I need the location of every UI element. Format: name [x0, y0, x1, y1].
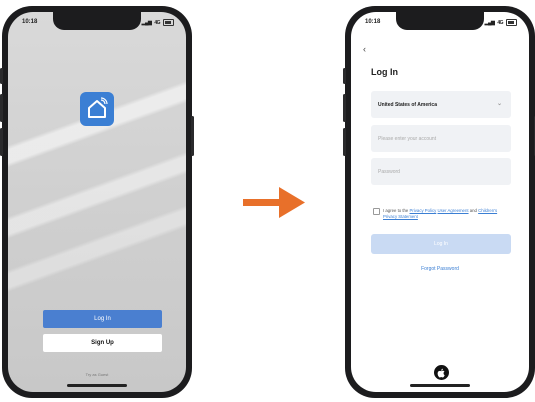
signal-icon: ▂▄▆ — [484, 19, 495, 26]
mute-switch — [0, 68, 3, 84]
and-text: and — [469, 208, 477, 213]
volume-up-button — [343, 94, 346, 122]
battery-icon — [506, 19, 517, 26]
forgot-password-link[interactable]: Forgot Password — [351, 266, 529, 272]
country-select[interactable]: United States of America ⌄ — [371, 91, 511, 118]
login-button[interactable]: Log In — [43, 310, 162, 328]
home-indicator[interactable] — [410, 384, 470, 387]
status-time: 10:18 — [365, 19, 381, 25]
right-screen: 10:18 ▂▄▆ 4G ‹ Log In United States of A… — [351, 12, 529, 392]
account-input[interactable]: Please enter your account — [371, 125, 511, 152]
chevron-down-icon: ⌄ — [496, 101, 502, 107]
login-button[interactable]: Log In — [371, 234, 511, 254]
agreement-text: I agree to the Privacy Policy User Agree… — [383, 208, 511, 220]
status-icons: ▂▄▆ 4G — [485, 19, 517, 26]
battery-icon — [163, 19, 174, 26]
status-bar: 10:18 ▂▄▆ 4G — [351, 18, 529, 30]
page-title: Log In — [371, 67, 398, 77]
privacy-policy-link[interactable]: Privacy Policy — [410, 208, 437, 213]
password-placeholder: Password — [378, 168, 400, 175]
signal-icon: ▂▄▆ — [141, 19, 152, 26]
right-arrow-icon — [243, 187, 305, 218]
network-label: 4G — [154, 19, 160, 26]
try-as-guest-link[interactable]: Try as Guest — [8, 372, 186, 377]
home-indicator[interactable] — [67, 384, 127, 387]
mute-switch — [343, 68, 346, 84]
country-value: United States of America — [378, 101, 437, 108]
left-screen: 10:18 ▂▄▆ 4G Log In Sign Up Try as Guest — [8, 12, 186, 392]
home-wifi-icon — [80, 92, 114, 126]
account-placeholder: Please enter your account — [378, 135, 437, 142]
left-phone: 10:18 ▂▄▆ 4G Log In Sign Up Try as Guest — [0, 6, 194, 398]
signup-button[interactable]: Sign Up — [43, 334, 162, 352]
right-phone: 10:18 ▂▄▆ 4G ‹ Log In United States of A… — [343, 6, 535, 398]
status-icons: ▂▄▆ 4G — [142, 19, 174, 26]
network-label: 4G — [497, 19, 503, 26]
power-button — [191, 116, 194, 156]
user-agreement-link[interactable]: User Agreement — [437, 208, 468, 213]
status-bar: 10:18 ▂▄▆ 4G — [8, 18, 186, 30]
agree-prefix: I agree to the — [383, 208, 409, 213]
password-input[interactable]: Password — [371, 158, 511, 185]
apple-icon[interactable] — [434, 365, 449, 380]
status-time: 10:18 — [22, 19, 38, 25]
volume-down-button — [343, 128, 346, 156]
chevron-left-icon[interactable]: ‹ — [363, 44, 366, 54]
volume-up-button — [0, 94, 3, 122]
volume-down-button — [0, 128, 3, 156]
agree-checkbox[interactable] — [373, 208, 380, 215]
